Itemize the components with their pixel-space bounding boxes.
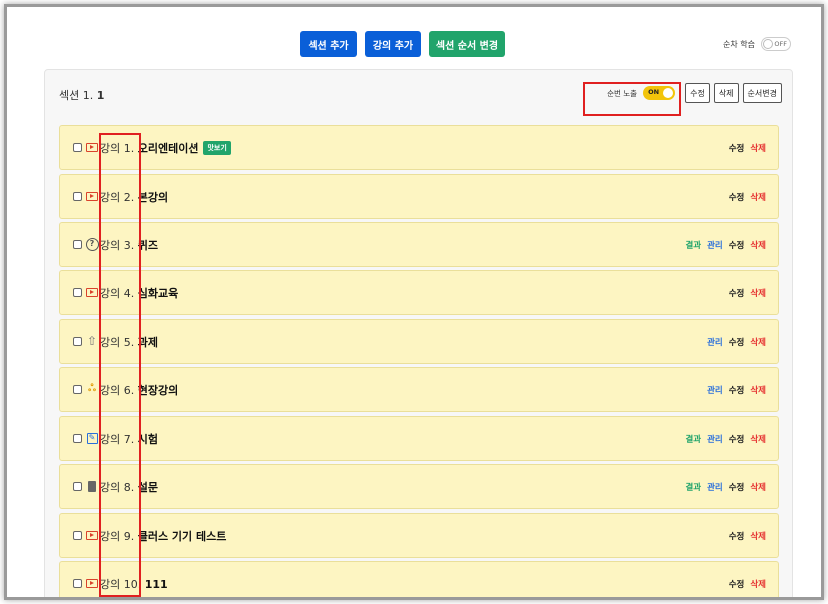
lecture-result-link[interactable]: 결과 bbox=[685, 239, 701, 251]
video-icon bbox=[85, 285, 99, 299]
lecture-checkbox[interactable] bbox=[73, 288, 82, 297]
video-icon bbox=[85, 528, 99, 542]
video-icon bbox=[85, 189, 99, 203]
lecture-actions: 결과 관리 수정 삭제 bbox=[685, 433, 766, 445]
lecture-edit-link[interactable]: 수정 bbox=[729, 239, 745, 251]
lecture-manage-link[interactable]: 관리 bbox=[707, 239, 723, 251]
lecture-manage-link[interactable]: 관리 bbox=[707, 481, 723, 493]
sequential-learning-state: OFF bbox=[774, 40, 787, 48]
lecture-row: 강의 2. 본강의 수정 삭제 bbox=[59, 174, 779, 219]
preview-badge[interactable]: 맛보기 bbox=[203, 141, 231, 155]
lecture-manage-link[interactable]: 관리 bbox=[707, 384, 723, 396]
section-title-number: 1 bbox=[96, 89, 105, 102]
people-icon: ஃ bbox=[88, 383, 96, 394]
lecture-delete-link[interactable]: 삭제 bbox=[750, 481, 766, 493]
reorder-sections-button[interactable]: 섹션 순서 변경 bbox=[429, 31, 505, 57]
clipboard-icon bbox=[85, 479, 99, 493]
section-panel: 섹션 1. 1 순번 노출 ON 수정 삭제 순서변경 강의 1. 오리엔테이션… bbox=[44, 69, 793, 597]
upload-icon: ⇧ bbox=[86, 334, 98, 348]
lecture-actions: 결과 관리 수정 삭제 bbox=[685, 239, 766, 251]
lecture-row: 강의 10. 111 수정 삭제 bbox=[59, 561, 779, 597]
lecture-reorder-button[interactable]: 순서변경 bbox=[742, 83, 782, 103]
lecture-actions: 수정 삭제 bbox=[729, 142, 766, 154]
lecture-result-link[interactable]: 결과 bbox=[685, 481, 701, 493]
lecture-actions: 결과 관리 수정 삭제 bbox=[685, 481, 766, 493]
annotation-highlight-box bbox=[583, 82, 681, 116]
lecture-delete-link[interactable]: 삭제 bbox=[750, 142, 766, 154]
lecture-row: ? 강의 3. 퀴즈 결과 관리 수정 삭제 bbox=[59, 222, 779, 267]
lecture-edit-link[interactable]: 수정 bbox=[729, 336, 745, 348]
question-icon: ? bbox=[85, 237, 99, 251]
add-section-button[interactable]: 섹션 추가 bbox=[300, 31, 357, 57]
section-title: 섹션 1. 1 bbox=[59, 87, 104, 103]
annotation-highlight-box bbox=[99, 133, 141, 597]
lecture-row: 강의 9. 클러스 기기 테스트 수정 삭제 bbox=[59, 513, 779, 558]
lecture-delete-link[interactable]: 삭제 bbox=[750, 191, 766, 203]
lecture-title: 현장강의 bbox=[137, 384, 179, 397]
lecture-title: 클러스 기기 테스트 bbox=[137, 530, 227, 543]
lecture-edit-link[interactable]: 수정 bbox=[729, 142, 745, 154]
lecture-actions: 수정 삭제 bbox=[729, 578, 766, 590]
video-icon bbox=[85, 140, 99, 154]
lecture-delete-link[interactable]: 삭제 bbox=[750, 530, 766, 542]
lecture-checkbox[interactable] bbox=[73, 240, 82, 249]
lecture-checkbox[interactable] bbox=[73, 337, 82, 346]
lecture-checkbox[interactable] bbox=[73, 434, 82, 443]
video-icon bbox=[85, 576, 99, 590]
lecture-title: 111 bbox=[144, 578, 168, 591]
lecture-row: ⇧ 강의 5. 과제 관리 수정 삭제 bbox=[59, 319, 779, 364]
lecture-delete-link[interactable]: 삭제 bbox=[750, 578, 766, 590]
section-edit-button[interactable]: 수정 bbox=[685, 83, 710, 103]
lecture-title: 심화교육 bbox=[137, 287, 179, 300]
sequential-learning-control: 순차 학습 OFF bbox=[723, 37, 791, 51]
lecture-delete-link[interactable]: 삭제 bbox=[750, 239, 766, 251]
lecture-edit-link[interactable]: 수정 bbox=[729, 530, 745, 542]
edit-icon: ✎ bbox=[85, 431, 99, 445]
lecture-edit-link[interactable]: 수정 bbox=[729, 287, 745, 299]
lecture-row: ஃ 강의 6. 현장강의 관리 수정 삭제 bbox=[59, 367, 779, 412]
lecture-edit-link[interactable]: 수정 bbox=[729, 433, 745, 445]
lecture-edit-link[interactable]: 수정 bbox=[729, 384, 745, 396]
lecture-title: 본강의 bbox=[137, 191, 169, 204]
lecture-delete-link[interactable]: 삭제 bbox=[750, 433, 766, 445]
lecture-actions: 수정 삭제 bbox=[729, 530, 766, 542]
lecture-actions: 관리 수정 삭제 bbox=[707, 384, 766, 396]
lecture-checkbox[interactable] bbox=[73, 385, 82, 394]
lecture-checkbox[interactable] bbox=[73, 579, 82, 588]
lecture-manage-link[interactable]: 관리 bbox=[707, 336, 723, 348]
lecture-checkbox[interactable] bbox=[73, 482, 82, 491]
lecture-delete-link[interactable]: 삭제 bbox=[750, 336, 766, 348]
lecture-delete-link[interactable]: 삭제 bbox=[750, 384, 766, 396]
lecture-delete-link[interactable]: 삭제 bbox=[750, 287, 766, 299]
lecture-row: 강의 8. 설문 결과 관리 수정 삭제 bbox=[59, 464, 779, 509]
lecture-row: 강의 4. 심화교육 수정 삭제 bbox=[59, 270, 779, 315]
lecture-edit-link[interactable]: 수정 bbox=[729, 578, 745, 590]
lecture-checkbox[interactable] bbox=[73, 192, 82, 201]
sequential-learning-label: 순차 학습 bbox=[723, 39, 755, 49]
section-delete-button[interactable]: 삭제 bbox=[713, 83, 739, 103]
add-lecture-button[interactable]: 강의 추가 bbox=[365, 31, 421, 57]
sequential-learning-toggle[interactable]: OFF bbox=[761, 37, 791, 51]
toggle-knob bbox=[763, 39, 773, 49]
lecture-title: 오리엔테이션 bbox=[137, 142, 199, 155]
section-title-prefix: 섹션 1. bbox=[59, 89, 94, 102]
lecture-actions: 수정 삭제 bbox=[729, 287, 766, 299]
lecture-checkbox[interactable] bbox=[73, 143, 82, 152]
lecture-manage-link[interactable]: 관리 bbox=[707, 433, 723, 445]
top-toolbar: 섹션 추가 강의 추가 섹션 순서 변경 순차 학습 OFF bbox=[7, 31, 821, 61]
screenshot-frame: 섹션 추가 강의 추가 섹션 순서 변경 순차 학습 OFF 섹션 1. 1 순… bbox=[4, 4, 824, 600]
lecture-edit-link[interactable]: 수정 bbox=[729, 481, 745, 493]
lecture-edit-link[interactable]: 수정 bbox=[729, 191, 745, 203]
lecture-row: ✎ 강의 7. 시험 결과 관리 수정 삭제 bbox=[59, 416, 779, 461]
lecture-actions: 수정 삭제 bbox=[729, 191, 766, 203]
lecture-actions: 관리 수정 삭제 bbox=[707, 336, 766, 348]
lecture-row: 강의 1. 오리엔테이션 맛보기 수정 삭제 bbox=[59, 125, 779, 170]
lecture-result-link[interactable]: 결과 bbox=[685, 433, 701, 445]
lecture-checkbox[interactable] bbox=[73, 531, 82, 540]
